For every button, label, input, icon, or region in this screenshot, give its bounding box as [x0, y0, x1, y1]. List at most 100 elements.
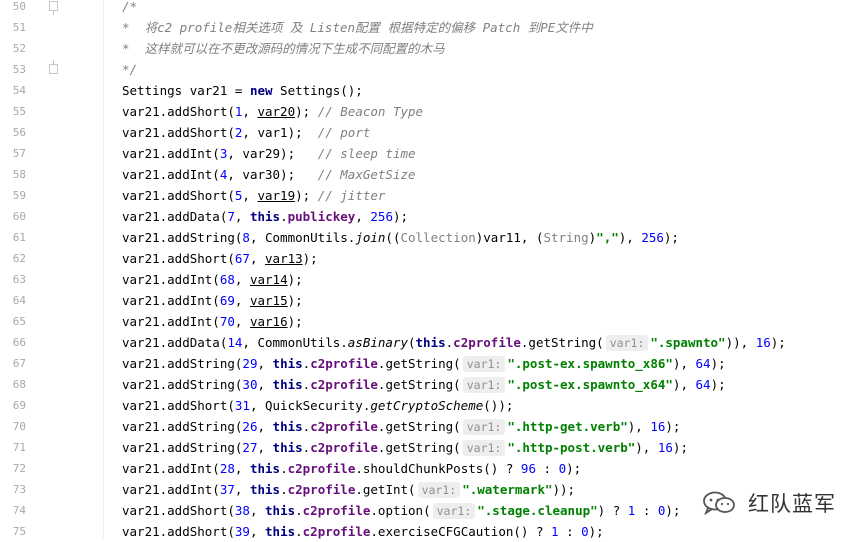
- code-line[interactable]: 53 */: [0, 59, 864, 80]
- code-token: 16: [657, 440, 673, 455]
- parameter-hint: var1:: [432, 503, 476, 519]
- code-line[interactable]: 69 var21.addShort(31, QuickSecurity.getCr…: [0, 395, 864, 416]
- code-token: c2profile: [287, 461, 356, 476]
- code-token: ,: [234, 482, 250, 497]
- code-token: * 将c2 profile相关选项 及 Listen配置 根据特定的偏移 Pat…: [122, 20, 593, 35]
- code-text: /*: [122, 0, 137, 17]
- code-token: .getString(: [377, 440, 461, 455]
- code-line[interactable]: 51 * 将c2 profile相关选项 及 Listen配置 根据特定的偏移 P…: [0, 17, 864, 38]
- code-token: // MaxGetSize: [317, 167, 416, 182]
- line-number: 60: [12, 210, 26, 223]
- code-token: c2profile: [453, 335, 521, 350]
- code-token: );: [566, 461, 582, 476]
- code-token: ,: [257, 377, 273, 392]
- code-line[interactable]: 59 var21.addShort(5, var19); // jitter: [0, 185, 864, 206]
- code-line[interactable]: 60 var21.addData(7, this.publickey, 256);: [0, 206, 864, 227]
- code-line[interactable]: 55 var21.addShort(1, var20); // Beacon Ty…: [0, 101, 864, 122]
- code-token: ));: [552, 482, 576, 497]
- code-token: 64: [695, 356, 711, 371]
- code-token: // jitter: [317, 188, 386, 203]
- code-token: var21.addString(: [122, 419, 243, 434]
- code-line[interactable]: 70 var21.addString(26, this.c2profile.get…: [0, 416, 864, 437]
- code-line[interactable]: 52 * 这样就可以在不更改源码的情况下生成不同配置的木马: [0, 38, 864, 59]
- code-token: 7: [227, 209, 235, 224]
- code-line[interactable]: 68 var21.addString(30, this.c2profile.get…: [0, 374, 864, 395]
- code-token: 30: [242, 377, 258, 392]
- code-token: // sleep time: [317, 146, 416, 161]
- code-line[interactable]: 71 var21.addString(27, this.c2profile.get…: [0, 437, 864, 458]
- fold-marker-icon[interactable]: [49, 60, 58, 74]
- line-number: 65: [12, 315, 26, 328]
- code-token: 1: [551, 524, 559, 539]
- code-token: /*: [122, 0, 138, 14]
- code-line[interactable]: 50 /*: [0, 0, 864, 17]
- code-token: ,: [234, 272, 250, 287]
- line-number: 69: [12, 399, 26, 412]
- code-line[interactable]: 72 var21.addInt(28, this.c2profile.should…: [0, 458, 864, 479]
- code-token: ,: [249, 503, 266, 518]
- code-text: var21.addString(29, this.c2profile.getSt…: [122, 353, 726, 374]
- code-line[interactable]: 66 var21.addData(14, CommonUtils.asBinary…: [0, 332, 864, 353]
- code-line[interactable]: 56 var21.addShort(2, var1); // port: [0, 122, 864, 143]
- code-line[interactable]: 58 var21.addInt(4, var30); // MaxGetSize: [0, 164, 864, 185]
- code-token: .: [280, 482, 288, 497]
- code-editor[interactable]: 50 /* 51 * 将c2 profile相关选项 及 Listen配置 根据特定的…: [0, 0, 864, 539]
- code-text: var21.addInt(3, var29); // sleep time: [122, 143, 416, 164]
- code-token: Settings var21 =: [122, 83, 250, 98]
- code-token: 256: [641, 230, 664, 245]
- code-token: );: [672, 440, 688, 455]
- code-text: var21.addData(7, this.publickey, 256);: [122, 206, 408, 227]
- line-number: 50: [12, 0, 26, 13]
- code-token: var21.addShort(: [122, 503, 235, 518]
- code-text: var21.addData(14, CommonUtils.asBinary(t…: [122, 332, 786, 353]
- code-token: new: [249, 83, 273, 98]
- code-token: );: [392, 209, 409, 224]
- code-token: ),: [672, 377, 696, 392]
- code-line[interactable]: 54 Settings var21 = new Settings();: [0, 80, 864, 101]
- code-line[interactable]: 64 var21.addInt(69, var15);: [0, 290, 864, 311]
- line-number: 67: [12, 357, 26, 370]
- code-token: , var30);: [227, 167, 318, 182]
- fold-marker-icon[interactable]: [49, 1, 58, 15]
- code-token: var21.addData(: [122, 209, 228, 224]
- code-token: 14: [227, 335, 243, 350]
- line-number: 55: [12, 105, 26, 118]
- code-token: var21.addString(: [122, 440, 243, 455]
- code-token: );: [287, 272, 303, 287]
- code-token: );: [295, 104, 318, 119]
- code-token: var21.addShort(: [122, 188, 235, 203]
- code-token: (: [408, 335, 416, 350]
- code-line[interactable]: 57 var21.addInt(3, var29); // sleep time: [0, 143, 864, 164]
- code-line[interactable]: 61 var21.addString(8, CommonUtils.join((C…: [0, 227, 864, 248]
- code-line[interactable]: 62 var21.addShort(67, var13);: [0, 248, 864, 269]
- code-token: , var1);: [242, 125, 318, 140]
- code-token: var21.addString(: [122, 230, 243, 245]
- line-number: 53: [12, 63, 26, 76]
- code-token: var21.addString(: [122, 377, 243, 392]
- code-token: var21.addShort(: [122, 104, 235, 119]
- code-token: publickey: [287, 209, 356, 224]
- line-number: 73: [12, 483, 26, 496]
- code-token: , QuickSecurity.: [249, 398, 371, 413]
- code-text: Settings var21 = new Settings();: [122, 80, 363, 101]
- code-token: var21.addInt(: [122, 146, 220, 161]
- code-token: var21.addString(: [122, 356, 243, 371]
- watermark: 红队蓝军: [702, 488, 836, 518]
- code-line[interactable]: 63 var21.addInt(68, var14);: [0, 269, 864, 290]
- code-token: ((: [385, 230, 401, 245]
- code-line[interactable]: 65 var21.addInt(70, var16);: [0, 311, 864, 332]
- code-token: c2profile: [302, 524, 371, 539]
- code-token: ,: [242, 188, 258, 203]
- code-token: 67: [234, 251, 250, 266]
- code-token: String: [543, 230, 589, 245]
- code-line[interactable]: 67 var21.addString(29, this.c2profile.get…: [0, 353, 864, 374]
- code-token: ),: [672, 356, 696, 371]
- code-token: // Beacon Type: [317, 104, 424, 119]
- code-token: .option(: [370, 503, 431, 518]
- code-token: c2profile: [302, 503, 371, 518]
- code-token: 64: [695, 377, 711, 392]
- code-token: , CommonUtils.: [249, 230, 356, 245]
- code-token: ",": [596, 230, 619, 245]
- code-token: this: [249, 461, 281, 476]
- line-number: 70: [12, 420, 26, 433]
